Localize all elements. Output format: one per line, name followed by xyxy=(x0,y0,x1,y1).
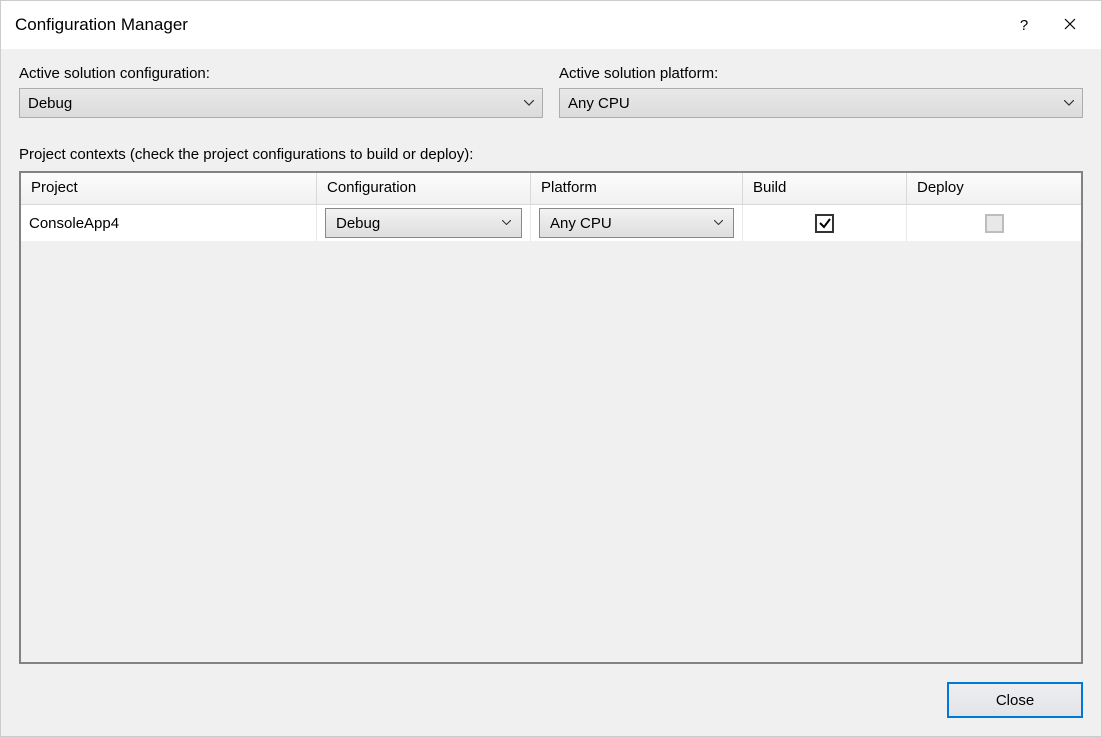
close-window-button[interactable] xyxy=(1047,5,1093,45)
dialog-content: Active solution configuration: Debug Act… xyxy=(1,49,1101,736)
solution-config-field: Active solution configuration: Debug xyxy=(19,65,543,118)
grid-subhead: Project contexts (check the project conf… xyxy=(19,146,1083,163)
row-config-combo[interactable]: Debug xyxy=(325,208,522,238)
grid-empty-area xyxy=(21,241,1081,662)
cell-deploy xyxy=(907,205,1081,241)
column-header-deploy[interactable]: Deploy xyxy=(907,173,1081,205)
chevron-down-icon xyxy=(714,220,723,226)
window-title: Configuration Manager xyxy=(15,15,1001,35)
solution-platform-value: Any CPU xyxy=(568,95,630,112)
title-bar: Configuration Manager ? xyxy=(1,1,1101,49)
solution-platform-combo[interactable]: Any CPU xyxy=(559,88,1083,118)
solution-config-value: Debug xyxy=(28,95,72,112)
row-config-value: Debug xyxy=(336,215,380,232)
column-header-build[interactable]: Build xyxy=(743,173,907,205)
build-checkbox[interactable] xyxy=(815,214,834,233)
close-button[interactable]: Close xyxy=(947,682,1083,718)
check-icon xyxy=(818,216,832,230)
column-header-configuration[interactable]: Configuration xyxy=(317,173,531,205)
project-grid: Project Configuration Platform Build Dep… xyxy=(19,171,1083,664)
grid-header: Project Configuration Platform Build Dep… xyxy=(21,173,1081,205)
row-platform-value: Any CPU xyxy=(550,215,612,232)
close-button-label: Close xyxy=(996,692,1034,709)
chevron-down-icon xyxy=(1064,100,1074,106)
table-row: ConsoleApp4 Debug Any CPU xyxy=(21,205,1081,241)
cell-project: ConsoleApp4 xyxy=(21,205,317,241)
close-icon xyxy=(1064,17,1076,33)
row-platform-combo[interactable]: Any CPU xyxy=(539,208,734,238)
cell-configuration: Debug xyxy=(317,205,531,241)
column-header-platform[interactable]: Platform xyxy=(531,173,743,205)
chevron-down-icon xyxy=(524,100,534,106)
solution-config-combo[interactable]: Debug xyxy=(19,88,543,118)
dialog-footer: Close xyxy=(19,664,1083,718)
cell-build xyxy=(743,205,907,241)
column-header-project[interactable]: Project xyxy=(21,173,317,205)
solution-row: Active solution configuration: Debug Act… xyxy=(19,65,1083,118)
help-button[interactable]: ? xyxy=(1001,5,1047,45)
deploy-checkbox xyxy=(985,214,1004,233)
help-icon: ? xyxy=(1020,17,1028,34)
solution-config-label: Active solution configuration: xyxy=(19,65,543,82)
solution-platform-field: Active solution platform: Any CPU xyxy=(559,65,1083,118)
solution-platform-label: Active solution platform: xyxy=(559,65,1083,82)
cell-platform: Any CPU xyxy=(531,205,743,241)
chevron-down-icon xyxy=(502,220,511,226)
